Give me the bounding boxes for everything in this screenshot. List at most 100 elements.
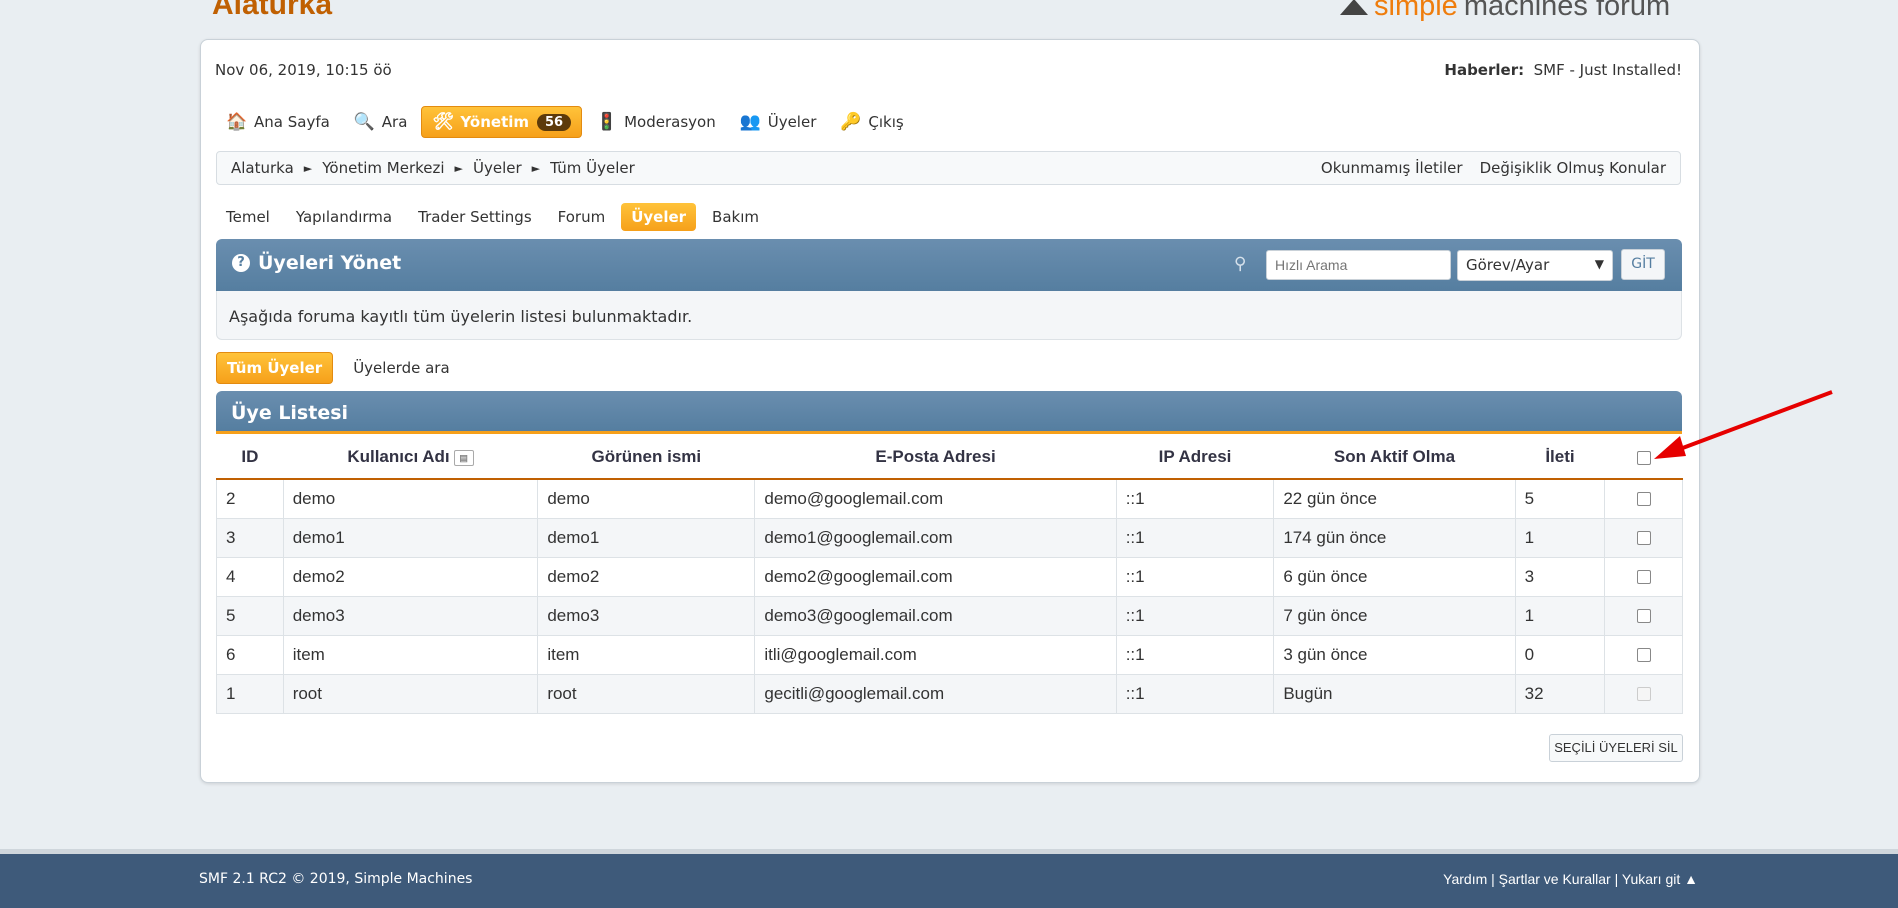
row-checkbox[interactable] bbox=[1636, 570, 1651, 585]
tab-main[interactable]: Temel bbox=[216, 203, 280, 231]
page-title-text: Üyeleri Yönet bbox=[258, 252, 402, 274]
main-menu: 🏠 Ana Sayfa 🔍 Ara 🛠 Yönetim 56 🚦 Moderasyon 👥… bbox=[216, 106, 914, 138]
footer: SMF 2.1 RC2 © 2019, Simple Machines Yard… bbox=[0, 849, 1898, 908]
footer-links[interactable]: Yardım | Şartlar ve Kurallar | Yukarı gi… bbox=[1443, 871, 1698, 887]
cell-display-name[interactable]: root bbox=[537, 673, 756, 714]
cell-select bbox=[1604, 556, 1683, 597]
news-label: Haberler: bbox=[1444, 61, 1525, 79]
cell-username[interactable]: demo3 bbox=[282, 595, 539, 636]
cell-ip: ::1 bbox=[1115, 595, 1275, 636]
column-ip[interactable]: IP Adresi bbox=[1116, 436, 1274, 480]
manage-members-header: ? Üyeleri Yönet ⚲ Görev/Ayar ▼ GİT bbox=[216, 239, 1682, 291]
quick-search-input[interactable] bbox=[1266, 250, 1451, 280]
row-checkbox[interactable] bbox=[1636, 492, 1651, 507]
cell-username[interactable]: root bbox=[282, 673, 539, 714]
table-row: 6 item item itli@googlemail.com ::1 3 gü… bbox=[216, 634, 1683, 675]
menu-logout[interactable]: 🔑 Çıkış bbox=[830, 107, 913, 137]
cell-ip: ::1 bbox=[1115, 478, 1275, 519]
breadcrumb-item[interactable]: Alaturka bbox=[231, 159, 294, 177]
members-table: ID Kullanıcı Adı ▤ Görünen ismi E-Posta A… bbox=[216, 436, 1683, 714]
tab-search-members[interactable]: Üyelerde ara bbox=[343, 353, 459, 383]
cell-email: demo@googlemail.com bbox=[754, 478, 1117, 519]
upper-bar: Nov 06, 2019, 10:15 öö Haberler: SMF - J… bbox=[215, 56, 1682, 84]
menu-home[interactable]: 🏠 Ana Sayfa bbox=[216, 107, 340, 137]
cell-id: 5 bbox=[216, 595, 284, 636]
help-icon[interactable]: ? bbox=[232, 254, 250, 272]
cell-email: gecitli@googlemail.com bbox=[754, 673, 1117, 714]
breadcrumb-item[interactable]: Üyeler bbox=[473, 159, 522, 177]
menu-search-label: Ara bbox=[381, 113, 408, 131]
description: Aşağıda foruma kayıtlı tüm üyelerin list… bbox=[216, 291, 1682, 340]
task-select[interactable]: Görev/Ayar ▼ bbox=[1457, 250, 1613, 281]
table-row: 4 demo2 demo2 demo2@googlemail.com ::1 6… bbox=[216, 556, 1683, 597]
column-email[interactable]: E-Posta Adresi bbox=[754, 436, 1117, 480]
footer-copyright[interactable]: SMF 2.1 RC2 © 2019, Simple Machines bbox=[199, 871, 472, 887]
menu-home-label: Ana Sayfa bbox=[254, 113, 330, 131]
unread-posts-link[interactable]: Okunmamış İletiler bbox=[1321, 159, 1463, 177]
navbar: Alaturka ► Yönetim Merkezi ► Üyeler ► Tü… bbox=[216, 151, 1681, 185]
cell-posts: 32 bbox=[1514, 673, 1606, 714]
cell-username[interactable]: demo1 bbox=[282, 517, 539, 558]
dropdown-arrow-icon: ▼ bbox=[1594, 257, 1604, 271]
menu-search[interactable]: 🔍 Ara bbox=[344, 107, 418, 137]
column-posts[interactable]: İleti bbox=[1515, 436, 1605, 480]
nav-links: Okunmamış İletiler Değişiklik Olmuş Konu… bbox=[1321, 159, 1666, 177]
search-icon: ⚲ bbox=[1234, 254, 1247, 274]
breadcrumb-item[interactable]: Yönetim Merkezi bbox=[322, 159, 444, 177]
cell-last-active: 6 gün önce bbox=[1273, 556, 1516, 597]
cell-id: 6 bbox=[216, 634, 284, 675]
column-display-name[interactable]: Görünen ismi bbox=[537, 436, 755, 480]
cell-posts: 3 bbox=[1514, 556, 1606, 597]
members-icon: 👥 bbox=[739, 112, 761, 132]
cell-last-active: Bugün bbox=[1273, 673, 1516, 714]
tools-icon: 🛠 bbox=[432, 112, 455, 132]
menu-moderation[interactable]: 🚦 Moderasyon bbox=[586, 107, 726, 137]
smf-logo[interactable]: simple machines forum bbox=[1340, 0, 1670, 23]
site-title[interactable]: Alaturka bbox=[212, 0, 332, 22]
row-checkbox[interactable] bbox=[1636, 609, 1651, 624]
menu-admin[interactable]: 🛠 Yönetim 56 bbox=[421, 106, 583, 138]
row-checkbox[interactable] bbox=[1636, 648, 1651, 663]
cell-id: 4 bbox=[216, 556, 284, 597]
cell-email: demo1@googlemail.com bbox=[754, 517, 1117, 558]
row-checkbox[interactable] bbox=[1636, 531, 1651, 546]
table-row: 1 root root gecitli@googlemail.com ::1 B… bbox=[216, 673, 1683, 714]
cell-display-name[interactable]: demo1 bbox=[537, 517, 756, 558]
menu-members[interactable]: 👥 Üyeler bbox=[730, 107, 827, 137]
news-text: SMF - Just Installed! bbox=[1533, 61, 1682, 79]
cell-email: demo3@googlemail.com bbox=[754, 595, 1117, 636]
go-button[interactable]: GİT bbox=[1621, 249, 1665, 280]
tab-configuration[interactable]: Yapılandırma bbox=[286, 203, 402, 231]
cell-select bbox=[1604, 634, 1683, 675]
table-row: 2 demo demo demo@googlemail.com ::1 22 g… bbox=[216, 478, 1683, 519]
sort-icon[interactable]: ▤ bbox=[453, 449, 474, 466]
cell-display-name[interactable]: item bbox=[537, 634, 756, 675]
updated-topics-link[interactable]: Değişiklik Olmuş Konular bbox=[1480, 159, 1666, 177]
logo-machines: machines forum bbox=[1463, 0, 1671, 22]
cell-ip: ::1 bbox=[1115, 634, 1275, 675]
cell-username[interactable]: demo2 bbox=[282, 556, 539, 597]
breadcrumb-item[interactable]: Tüm Üyeler bbox=[550, 159, 635, 177]
column-last-active[interactable]: Son Aktif Olma bbox=[1273, 436, 1516, 480]
menu-members-label: Üyeler bbox=[767, 113, 817, 131]
table-header-row: ID Kullanıcı Adı ▤ Görünen ismi E-Posta A… bbox=[216, 436, 1683, 480]
cell-posts: 5 bbox=[1514, 478, 1606, 519]
column-username[interactable]: Kullanıcı Adı ▤ bbox=[283, 436, 538, 480]
tab-members[interactable]: Üyeler bbox=[621, 203, 697, 231]
cell-username[interactable]: item bbox=[282, 634, 539, 675]
cell-username[interactable]: demo bbox=[282, 478, 539, 519]
cell-select bbox=[1604, 478, 1683, 519]
select-all-checkbox[interactable] bbox=[1636, 450, 1651, 465]
tab-forum[interactable]: Forum bbox=[548, 203, 616, 231]
tab-all-members[interactable]: Tüm Üyeler bbox=[216, 352, 334, 384]
key-icon: 🔑 bbox=[840, 112, 862, 132]
cell-display-name[interactable]: demo2 bbox=[537, 556, 756, 597]
tab-trader-settings[interactable]: Trader Settings bbox=[408, 203, 542, 231]
column-id[interactable]: ID bbox=[216, 436, 284, 480]
delete-selected-button[interactable]: SEÇİLİ ÜYELERİ SİL bbox=[1549, 734, 1683, 762]
cell-display-name[interactable]: demo3 bbox=[537, 595, 756, 636]
admin-subtabs: Temel Yapılandırma Trader Settings Forum… bbox=[216, 203, 769, 231]
breadcrumb-separator: ► bbox=[531, 161, 541, 175]
tab-maintenance[interactable]: Bakım bbox=[702, 203, 769, 231]
cell-display-name[interactable]: demo bbox=[537, 478, 756, 519]
